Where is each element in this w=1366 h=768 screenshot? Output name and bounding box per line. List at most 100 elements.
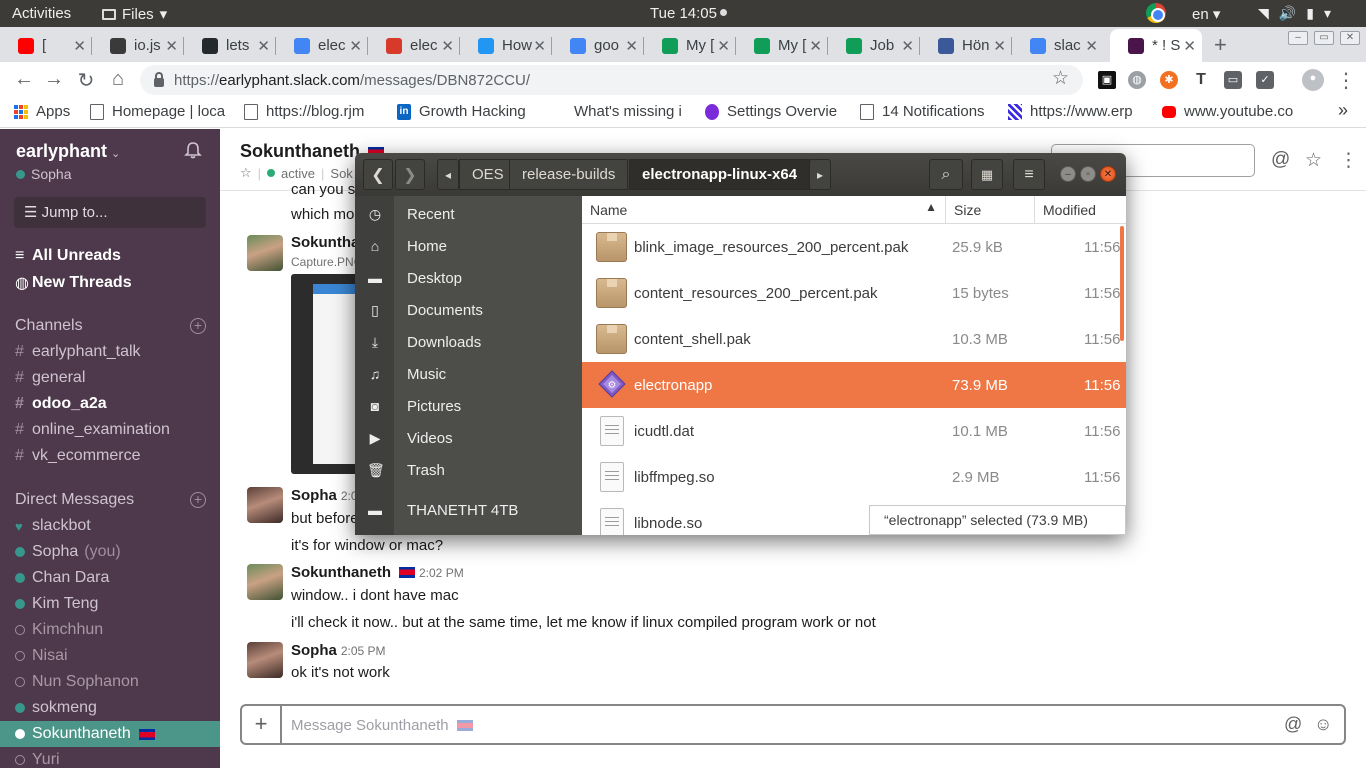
bookmark-growth-hacking[interactable]: in Growth Hacking (397, 103, 535, 120)
close-tab-icon[interactable]: ✕ (257, 37, 270, 55)
close-tab-icon[interactable]: ✕ (625, 37, 638, 55)
profile-avatar[interactable]: ● (1302, 69, 1324, 91)
column-header-name[interactable]: Name ▲ (582, 196, 946, 224)
close-tab-icon[interactable]: ✕ (533, 37, 546, 55)
browser-tab[interactable]: elec ✕ (276, 29, 368, 62)
sidebar-dm[interactable]: Nun Sophanon (15, 673, 139, 691)
browser-tab[interactable]: Job ✕ (828, 29, 920, 62)
message-author[interactable]: Sokunthaneth 2:02 PM (291, 564, 464, 581)
mention-icon[interactable]: @ (1284, 714, 1302, 735)
chrome-menu-icon[interactable]: ⋮ (1334, 68, 1358, 93)
sidebar-dm[interactable]: Sopha (you) (15, 543, 121, 561)
chrome-icon[interactable] (1146, 3, 1166, 23)
message-author[interactable]: Sokuntha (291, 234, 359, 251)
add-dm-icon[interactable]: + (190, 492, 206, 508)
clock[interactable]: Tue 14:05 (650, 5, 727, 22)
place-documents[interactable]: ▯ Documents (355, 294, 582, 326)
sidebar-dm[interactable]: ♥ slackbot (15, 517, 91, 535)
close-tab-icon[interactable]: ✕ (349, 37, 362, 55)
close-tab-icon[interactable]: ✕ (73, 37, 86, 55)
bell-icon[interactable] (184, 141, 202, 159)
bookmark-notifications[interactable]: 14 Notifications (860, 103, 994, 120)
at-mention-icon[interactable]: @ (1271, 149, 1290, 171)
avatar[interactable] (247, 235, 283, 271)
avatar[interactable] (247, 642, 283, 678)
column-header-modified[interactable]: Modified (1035, 196, 1126, 224)
file-row[interactable]: libffmpeg.so 2.9 MB 11:56 (582, 454, 1126, 500)
sidebar-channel[interactable]: # general (15, 369, 85, 387)
forward-button[interactable]: ❯ (395, 159, 425, 190)
bookmark-star-icon[interactable]: ☆ (1052, 67, 1069, 90)
extension-icon[interactable]: ▣ (1098, 71, 1116, 89)
new-tab-button[interactable]: + (1214, 32, 1227, 58)
home-button[interactable]: ⌂ (106, 68, 130, 91)
maximize-browser-button[interactable]: ▭ (1314, 31, 1334, 45)
place-trash[interactable]: 🗑 Trash (355, 454, 582, 486)
close-tab-icon[interactable]: ✕ (717, 37, 730, 55)
sidebar-channel[interactable]: # vk_ecommerce (15, 447, 140, 465)
close-tab-icon[interactable]: ✕ (1183, 37, 1196, 55)
file-row[interactable]: content_resources_200_percent.pak 15 byte… (582, 270, 1126, 316)
sidebar-channel[interactable]: # earlyphant_talk (15, 343, 141, 361)
bookmark-youtube[interactable]: www.youtube.co (1162, 103, 1302, 120)
sidebar-dm[interactable]: Yuri (15, 751, 60, 768)
reload-button[interactable]: ↻ (74, 68, 98, 93)
workspace-switcher[interactable]: earlyphant ⌄ (16, 141, 120, 162)
system-menu[interactable]: ◥ 🔊 ▮ ▾ (1258, 5, 1331, 22)
close-window-button[interactable]: ✕ (1100, 166, 1116, 182)
sidebar-channel[interactable]: # online_examination (15, 421, 170, 439)
attachment-filename[interactable]: Capture.PNG (291, 255, 363, 269)
sidebar-dm[interactable]: Kimchhun (15, 621, 103, 639)
scrollbar[interactable] (1120, 226, 1124, 341)
menu-icon[interactable]: ≡ (1013, 159, 1045, 190)
browser-tab[interactable]: goo ✕ (552, 29, 644, 62)
avatar[interactable] (247, 487, 283, 523)
minimize-window-button[interactable]: – (1060, 166, 1076, 182)
more-bookmarks-button[interactable]: » (1338, 100, 1348, 121)
file-row-selected[interactable]: ⚙ electronapp 73.9 MB 11:56 (582, 362, 1126, 408)
starred-items-icon[interactable]: ☆ (1305, 149, 1322, 172)
maximize-window-button[interactable]: ▫ (1080, 166, 1096, 182)
breadcrumb-item[interactable]: release-builds (509, 159, 629, 190)
browser-tab[interactable]: My [✕ (736, 29, 828, 62)
place-downloads[interactable]: ⤓ Downloads (355, 326, 582, 358)
bookmark-homepage[interactable]: Homepage | loca (90, 103, 228, 120)
place-home[interactable]: ⌂ Home (355, 230, 582, 262)
place-recent[interactable]: ◷ Recent (355, 198, 582, 230)
more-options-icon[interactable]: ⋮ (1339, 149, 1358, 172)
file-row[interactable]: icudtl.dat 10.1 MB 11:56 (582, 408, 1126, 454)
breadcrumb-scroll-right[interactable]: ▸ (809, 159, 831, 190)
avatar[interactable] (247, 564, 283, 600)
breadcrumb-current[interactable]: electronapp-linux-x64 (629, 159, 811, 190)
bookmark-erp[interactable]: https://www.erp (1008, 103, 1146, 120)
place-music[interactable]: ♫ Music (355, 358, 582, 390)
bookmark-settings-overview[interactable]: Settings Overvie (705, 103, 845, 120)
address-bar[interactable]: https://earlyphant.slack.com/messages/DB… (140, 65, 1083, 95)
place-desktop[interactable]: ▬ Desktop (355, 262, 582, 294)
jump-to-search[interactable]: ☰ Jump to... (14, 197, 206, 228)
minimize-browser-button[interactable]: – (1288, 31, 1308, 45)
message-time[interactable]: 2:02 PM (419, 566, 464, 580)
browser-tab[interactable]: io.js ✕ (92, 29, 184, 62)
sidebar-dm[interactable]: Kim Teng (15, 595, 98, 613)
browser-tab[interactable]: How ✕ (460, 29, 552, 62)
browser-tab[interactable]: elec ✕ (368, 29, 460, 62)
bookmark-blog[interactable]: https://blog.rjm (244, 103, 378, 120)
message-author[interactable]: Sopha 2:05 PM (291, 642, 386, 659)
grid-view-icon[interactable]: ▦ (971, 159, 1003, 190)
browser-tab[interactable]: [✕ (0, 29, 92, 62)
activities-button[interactable]: Activities (12, 5, 71, 22)
place-external-drive[interactable]: ▬ THANETHT 4TB (355, 494, 582, 526)
bookmark-whats-missing[interactable]: What's missing i (574, 103, 686, 120)
close-tab-icon[interactable]: ✕ (901, 37, 914, 55)
sidebar-dm[interactable]: sokmeng (15, 699, 97, 717)
column-header-size[interactable]: Size (946, 196, 1035, 224)
add-channel-icon[interactable]: + (190, 318, 206, 334)
sidebar-new-threads[interactable]: ◍ New Threads (15, 273, 132, 293)
sidebar-dm[interactable]: Nisai (15, 647, 68, 665)
close-tab-icon[interactable]: ✕ (165, 37, 178, 55)
message-author[interactable]: Sopha 2:0 (291, 487, 358, 504)
file-row[interactable]: content_shell.pak 10.3 MB 11:56 (582, 316, 1126, 362)
close-tab-icon[interactable]: ✕ (441, 37, 454, 55)
sidebar-dm-selected[interactable]: Sokunthaneth (15, 725, 155, 743)
